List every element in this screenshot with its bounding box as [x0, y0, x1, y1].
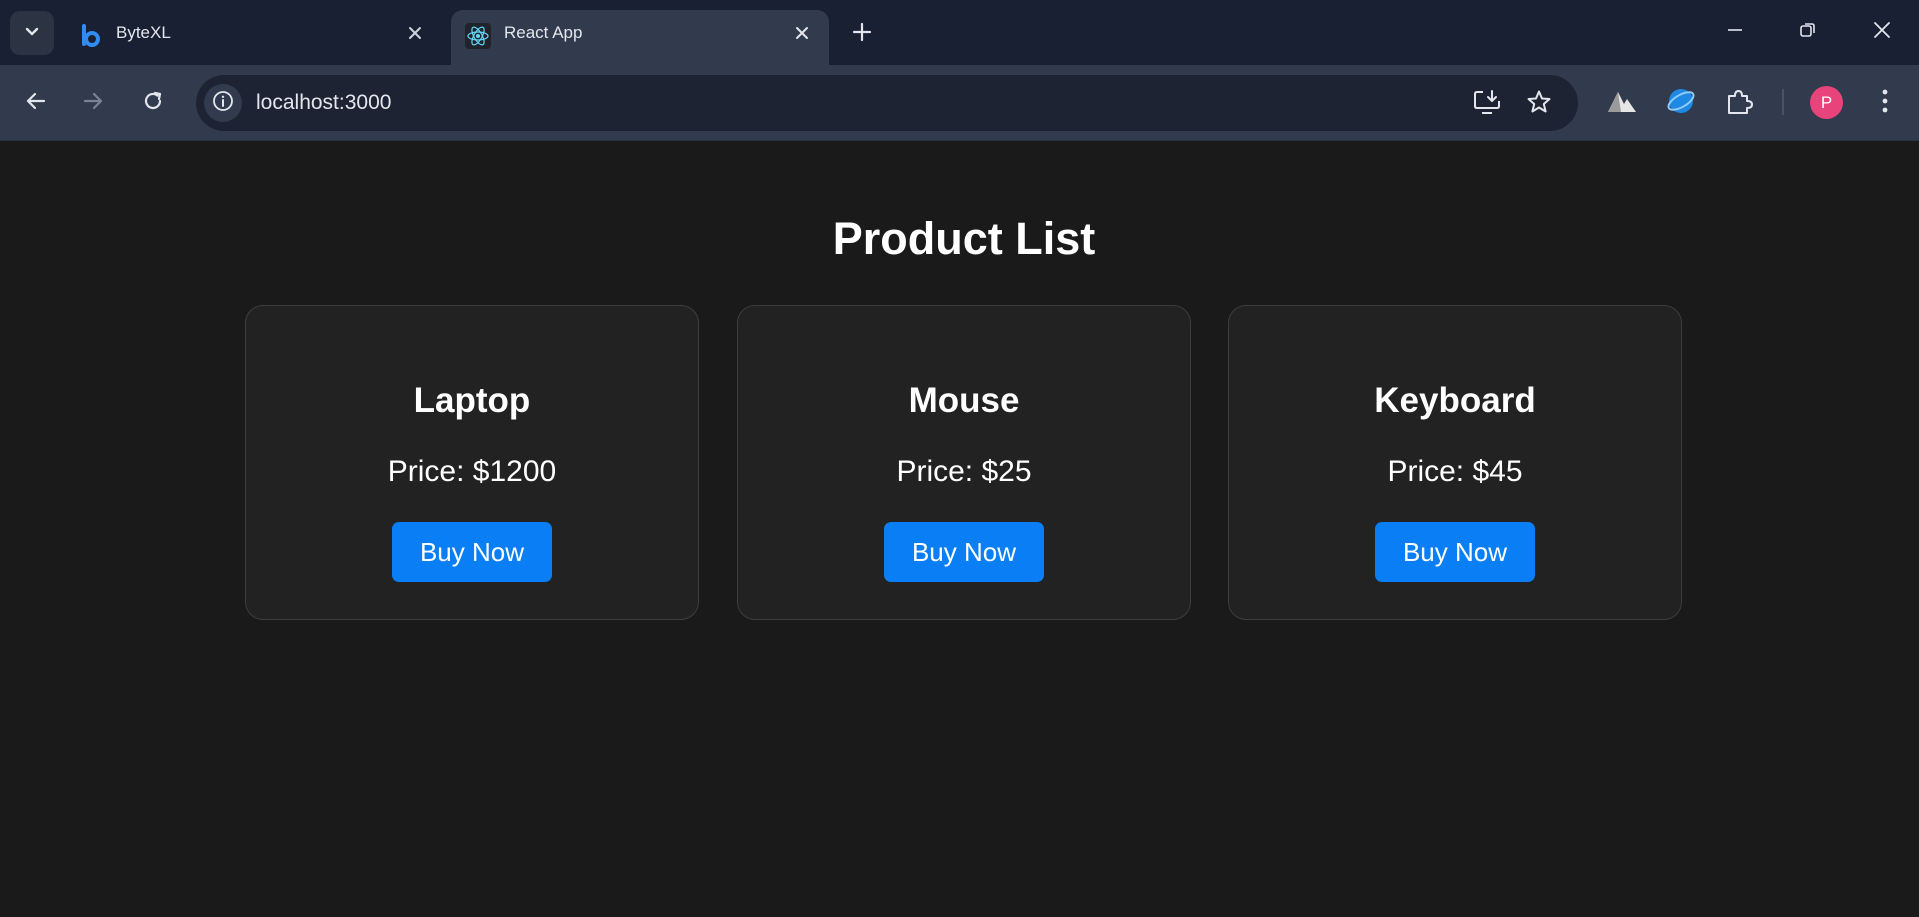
tab-search-button[interactable] [10, 11, 54, 55]
tab-title: ByteXL [116, 23, 171, 42]
arrow-right-icon [82, 90, 104, 117]
product-name: Mouse [908, 381, 1020, 420]
minimize-icon [1726, 21, 1744, 44]
bookmark-button[interactable] [1524, 89, 1554, 119]
extensions-button[interactable] [1722, 85, 1756, 121]
tab-react-app[interactable]: React App [451, 10, 829, 65]
reload-icon [142, 90, 164, 117]
chevron-down-icon [24, 23, 40, 44]
product-card-mouse: Mouse Price: $25 Buy Now [737, 305, 1191, 620]
bytexl-logo-icon [78, 23, 104, 49]
restore-icon [1799, 21, 1817, 44]
restore-button[interactable] [1788, 14, 1828, 50]
blue-globe-icon [1666, 86, 1696, 121]
address-bar[interactable]: localhost:3000 [196, 75, 1578, 131]
minimize-button[interactable] [1715, 14, 1755, 50]
close-icon[interactable] [403, 21, 427, 45]
buy-now-button[interactable]: Buy Now [392, 522, 552, 582]
product-name: Laptop [413, 381, 531, 420]
kebab-menu-icon [1882, 89, 1888, 118]
site-info-button[interactable] [204, 84, 242, 122]
tab-title: React App [504, 23, 583, 42]
arrow-left-icon [25, 90, 47, 117]
product-price: Price: $45 [1387, 455, 1523, 488]
tab-strip: ByteXL React App [0, 0, 1919, 65]
star-icon [1526, 89, 1552, 120]
forward-button[interactable] [76, 86, 110, 120]
avatar-initial: P [1820, 92, 1833, 112]
product-price: Price: $1200 [387, 455, 557, 488]
react-logo-icon [465, 23, 491, 49]
product-name: Keyboard [1374, 381, 1536, 420]
close-icon [1873, 21, 1891, 44]
close-icon[interactable] [790, 21, 814, 45]
extension-mountain-button[interactable] [1605, 85, 1639, 121]
product-price: Price: $25 [896, 455, 1032, 488]
close-window-button[interactable] [1862, 14, 1902, 50]
plus-icon [852, 22, 872, 47]
puzzle-icon [1725, 87, 1753, 120]
product-card-keyboard: Keyboard Price: $45 Buy Now [1228, 305, 1682, 620]
page-content: Product List Laptop Price: $1200 Buy Now… [0, 141, 1919, 917]
extension-globe-button[interactable] [1664, 85, 1698, 121]
browser-toolbar: localhost:3000 P [0, 65, 1919, 141]
page-title: Product List [832, 213, 1096, 264]
install-icon [1473, 89, 1501, 120]
buy-now-button[interactable]: Buy Now [1375, 522, 1535, 582]
url-text[interactable]: localhost:3000 [256, 75, 391, 131]
profile-avatar[interactable]: P [1810, 86, 1843, 119]
mountain-icon [1607, 88, 1637, 119]
product-card-laptop: Laptop Price: $1200 Buy Now [245, 305, 699, 620]
buy-now-button[interactable]: Buy Now [884, 522, 1044, 582]
toolbar-divider [1782, 89, 1784, 115]
reload-button[interactable] [136, 86, 170, 120]
info-icon [212, 90, 234, 117]
back-button[interactable] [19, 86, 53, 120]
new-tab-button[interactable] [848, 20, 876, 48]
install-app-button[interactable] [1472, 89, 1502, 119]
tab-bytexl[interactable]: ByteXL [64, 10, 442, 65]
browser-menu-button[interactable] [1870, 85, 1900, 121]
